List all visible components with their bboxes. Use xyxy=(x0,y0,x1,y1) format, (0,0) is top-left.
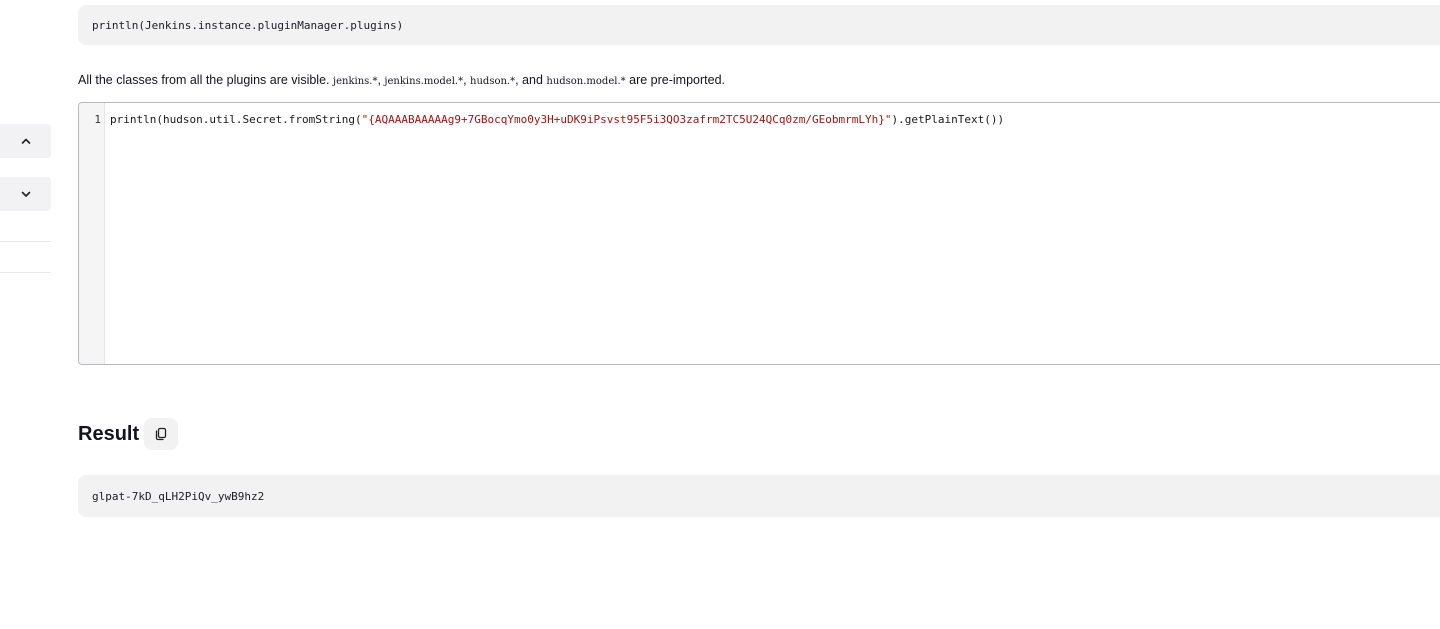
nav-divider xyxy=(0,241,51,242)
code-call: println(hudson.util.Secret.fromString( xyxy=(110,113,362,126)
code-string-literal: "{AQAAABAAAAAg9+7GBocqYmo0y3H+uDK9iPsvst… xyxy=(361,113,892,126)
line-number: 1 xyxy=(94,113,101,126)
copy-icon xyxy=(155,427,167,441)
code-line[interactable]: println(hudson.util.Secret.fromString("{… xyxy=(110,113,1004,126)
scroll-up-button[interactable] xyxy=(0,124,51,158)
package-hudson: hudson.* xyxy=(470,76,516,87)
editor-gutter: 1 xyxy=(79,103,105,364)
help-sep: , and xyxy=(515,73,547,87)
result-output-block: glpat-7kD_qLH2PiQv_ywB9hz2 xyxy=(78,475,1440,517)
script-editor[interactable]: 1 println(hudson.util.Secret.fromString(… xyxy=(78,102,1440,365)
help-suffix: are pre-imported. xyxy=(625,73,725,87)
scroll-down-button[interactable] xyxy=(0,177,51,211)
example-code-block: println(Jenkins.instance.pluginManager.p… xyxy=(78,5,1440,45)
package-hudson-model: hudson.model.* xyxy=(546,76,626,87)
result-heading: Result xyxy=(78,423,140,445)
nav-divider xyxy=(0,272,51,273)
chevron-up-icon xyxy=(21,138,30,144)
code-call-end: ).getPlainText()) xyxy=(891,113,1005,126)
help-sep: , xyxy=(463,73,471,87)
example-code: println(Jenkins.instance.pluginManager.p… xyxy=(92,18,404,32)
help-text: All the classes from all the plugins are… xyxy=(78,73,725,87)
chevron-down-icon xyxy=(21,191,30,197)
package-jenkins: jenkins.* xyxy=(332,76,378,87)
result-output: glpat-7kD_qLH2PiQv_ywB9hz2 xyxy=(92,489,265,503)
copy-result-button[interactable] xyxy=(144,418,178,450)
help-prefix: All the classes from all the plugins are… xyxy=(78,73,333,87)
script-console-page: println(Jenkins.instance.pluginManager.p… xyxy=(0,0,1440,629)
package-jenkins-model: jenkins.model.* xyxy=(384,76,464,87)
